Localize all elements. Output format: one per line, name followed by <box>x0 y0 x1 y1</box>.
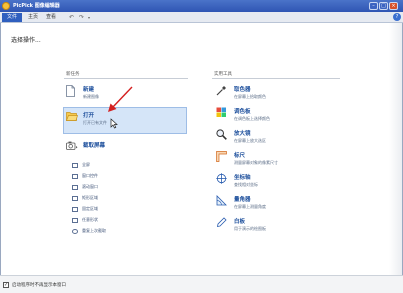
capture-fixed-region-item[interactable]: 固定区域 <box>72 206 98 212</box>
crosshair-title: 坐标轴 <box>234 175 251 181</box>
magnifier-icon <box>216 129 227 140</box>
capture-fullscreen-label: 全屏 <box>82 162 90 167</box>
magnifier-subtitle: 在屏幕上放大选区 <box>234 138 266 143</box>
magnifier-title: 放大镜 <box>234 131 251 137</box>
ruler-icon <box>216 151 227 162</box>
mouse-cursor-icon <box>110 118 118 129</box>
tools-divider <box>212 78 340 79</box>
undo-icon[interactable]: ↶ <box>69 13 74 22</box>
open-task-subtitle: 打开已有文件 <box>83 120 107 125</box>
capture-freehand-item[interactable]: 任意形状 <box>72 217 98 223</box>
capture-scroll-window-item[interactable]: 滚动窗口 <box>72 184 98 190</box>
whiteboard-title: 白板 <box>234 219 246 225</box>
whiteboard-subtitle: 用于演示的绘图板 <box>234 226 266 231</box>
dont-show-label: 启动程序时不再显示本窗口 <box>12 283 66 288</box>
fixed-region-icon <box>72 206 78 212</box>
ruler-subtitle: 测量屏幕对象的像素尺寸 <box>234 160 278 165</box>
capture-window-control-label: 窗口控件 <box>82 173 98 178</box>
open-task-title: 打开 <box>83 113 95 119</box>
capture-rect-region-label: 矩形区域 <box>82 195 98 200</box>
whiteboard-tool[interactable]: 白板 用于演示的绘图板 <box>216 217 336 235</box>
window-frame-left <box>0 23 1 275</box>
minimize-button[interactable]: – <box>369 2 378 10</box>
new-task-title: 新建 <box>83 87 95 93</box>
palette-title: 调色板 <box>234 109 251 115</box>
rect-region-icon <box>72 195 78 201</box>
crosshair-subtitle: 查找相对坐标 <box>234 182 258 187</box>
repeat-icon <box>72 228 78 234</box>
menu-home[interactable]: 主页 <box>28 13 38 22</box>
capture-window-control-item[interactable]: 窗口控件 <box>72 173 98 179</box>
ruler-title: 标尺 <box>234 153 246 159</box>
capture-screen-task[interactable]: 截取屏幕 <box>66 141 186 155</box>
protractor-tool[interactable]: 量角器 在屏幕上测量角度 <box>216 195 336 213</box>
color-picker-subtitle: 在屏幕上拾取颜色 <box>234 94 266 99</box>
capture-repeat-label: 重复上次截取 <box>82 228 106 233</box>
protractor-title: 量角器 <box>234 197 251 203</box>
eyedropper-icon <box>216 86 226 96</box>
freehand-icon <box>72 217 78 223</box>
ruler-tool[interactable]: 标尺 测量屏幕对象的像素尺寸 <box>216 151 336 169</box>
color-picker-title: 取色器 <box>234 87 251 93</box>
menu-file[interactable]: 文件 <box>2 13 22 22</box>
color-picker-tool[interactable]: 取色器 在屏幕上拾取颜色 <box>216 85 336 103</box>
palette-icon <box>216 107 226 117</box>
crosshair-icon <box>216 173 227 184</box>
capture-task-title: 截取屏幕 <box>83 143 106 149</box>
capture-freehand-label: 任意形状 <box>82 217 98 222</box>
open-folder-icon <box>66 112 78 121</box>
pen-icon <box>216 217 227 228</box>
tools-header: 实用工具 <box>214 72 232 77</box>
menu-bar: 文件 主页 查看 ↶ ↷ ▾ ? <box>0 12 403 23</box>
monitor-icon <box>72 162 78 168</box>
capture-repeat-item[interactable]: 重复上次截取 <box>72 228 106 234</box>
new-task-divider <box>64 78 188 79</box>
new-task-subtitle: 新建图像 <box>83 94 99 99</box>
new-file-icon <box>66 85 75 97</box>
annotation-arrow <box>108 86 133 112</box>
quick-access-dropdown-icon[interactable]: ▾ <box>88 13 90 22</box>
crosshair-tool[interactable]: 坐标轴 查找相对坐标 <box>216 173 336 191</box>
scroll-window-icon <box>72 184 78 190</box>
capture-fixed-region-label: 固定区域 <box>82 206 98 211</box>
status-bar: ✓ 启动程序时不再显示本窗口 <box>0 275 403 293</box>
help-button[interactable]: ? <box>393 13 401 21</box>
select-action-prompt: 选择操作... <box>11 37 41 44</box>
camera-icon <box>66 141 78 150</box>
capture-rect-region-item[interactable]: 矩形区域 <box>72 195 98 201</box>
palette-tool[interactable]: 调色板 在调色板上选择颜色 <box>216 107 336 125</box>
new-task-header: 新任务 <box>66 72 80 77</box>
protractor-subtitle: 在屏幕上测量角度 <box>234 204 266 209</box>
capture-scroll-window-label: 滚动窗口 <box>82 184 98 189</box>
menu-view[interactable]: 查看 <box>46 13 56 22</box>
magnifier-tool[interactable]: 放大镜 在屏幕上放大选区 <box>216 129 336 147</box>
protractor-icon <box>216 195 227 206</box>
maximize-button[interactable]: □ <box>379 2 388 10</box>
panel-shadow <box>389 23 402 275</box>
picpick-logo-icon <box>2 2 10 10</box>
title-bar: PicPick 图像编辑器 – □ × <box>0 0 403 12</box>
dont-show-checkbox[interactable]: ✓ <box>3 282 9 288</box>
palette-subtitle: 在调色板上选择颜色 <box>234 116 270 121</box>
window-title: PicPick 图像编辑器 <box>13 3 60 9</box>
window-control-icon <box>72 173 78 179</box>
redo-icon[interactable]: ↷ <box>79 13 84 22</box>
capture-fullscreen-item[interactable]: 全屏 <box>72 162 90 168</box>
close-button[interactable]: × <box>389 2 398 10</box>
